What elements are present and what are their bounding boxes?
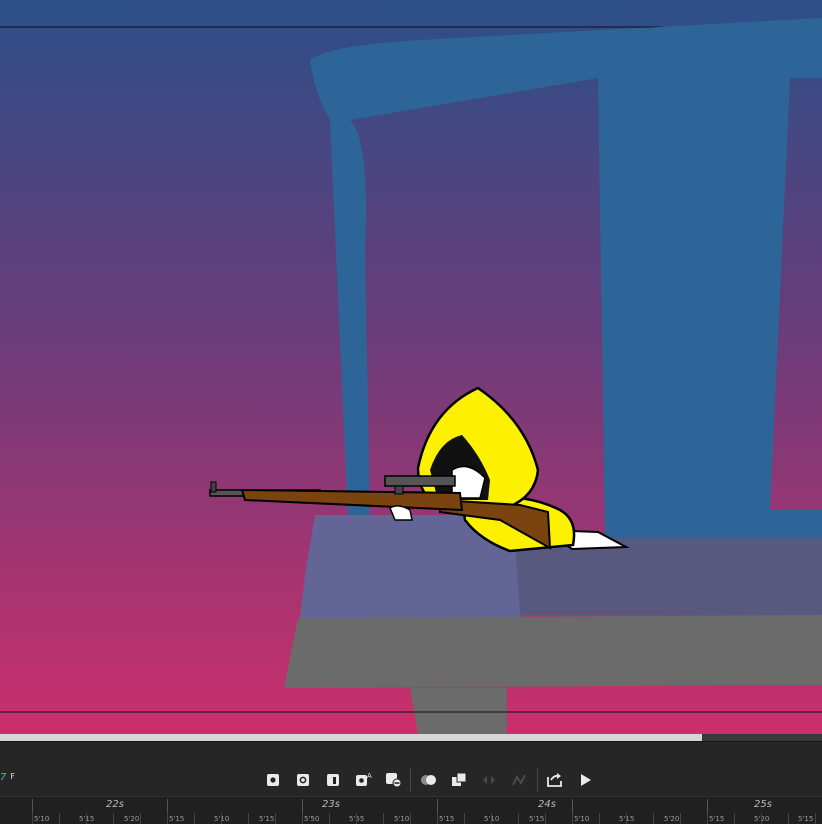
seat-side — [515, 538, 822, 615]
tween-button[interactable] — [479, 770, 499, 790]
convert-icon — [512, 774, 526, 786]
rifle-front-sight — [210, 481, 217, 493]
ruler-minor-tick — [221, 813, 222, 824]
ruler-minor-tick — [761, 813, 762, 824]
ruler-minor-tick — [410, 813, 411, 824]
ruler-minor-tick — [248, 813, 249, 824]
toolbar-separator — [410, 768, 411, 792]
loop-icon — [547, 773, 562, 787]
stage-horizontal-scrollbar[interactable] — [0, 734, 822, 741]
timeline-toolbar: 7F A — [0, 742, 822, 794]
auto-keyframe-icon: A — [356, 772, 372, 786]
ruler-minor-tick — [302, 813, 303, 824]
ruler-minor-tick — [167, 813, 168, 824]
ruler-second-label: 24s — [538, 799, 556, 810]
keyframe-icon — [267, 774, 279, 786]
remove-frame-icon — [386, 773, 402, 788]
onion-skin-button[interactable] — [419, 770, 439, 790]
ruler-minor-tick — [32, 813, 33, 824]
ruler-minor-tick — [59, 813, 60, 824]
tween-icon — [483, 776, 495, 784]
insert-frame-button[interactable] — [323, 770, 343, 790]
ruler-minor-tick — [275, 813, 276, 824]
animation-editor: 7F A 22s 23s 24s 25s 5'10 5'20 5'15 5'15… — [0, 0, 822, 824]
edit-multiple-frames-button[interactable] — [449, 770, 469, 790]
rifle-scope — [384, 475, 456, 487]
insert-keyframe-button[interactable] — [263, 770, 283, 790]
ruler-minor-tick — [140, 813, 141, 824]
timeline-ruler[interactable]: 22s 23s 24s 25s 5'10 5'15 5'20 5'15 5'10… — [0, 796, 822, 824]
ruler-minor-tick — [194, 813, 195, 824]
ruler-minor-tick — [518, 813, 519, 824]
stage-artwork — [0, 0, 822, 734]
ruler-minor-tick — [734, 813, 735, 824]
ruler-second-label: 22s — [106, 799, 124, 810]
ruler-minor-tick — [653, 813, 654, 824]
ruler-minor-tick — [545, 813, 546, 824]
ruler-minor-tick — [788, 813, 789, 824]
table-top — [284, 615, 822, 688]
ruler-minor-tick — [464, 813, 465, 824]
ruler-minor-tick — [815, 813, 816, 824]
scope-mount — [394, 485, 404, 495]
onion-skin-icon — [421, 775, 436, 785]
ruler-minor-tick — [599, 813, 600, 824]
ruler-second-label: 25s — [754, 799, 772, 810]
table-leg — [410, 688, 507, 734]
stage-canvas[interactable] — [0, 0, 822, 734]
ruler-minor-tick — [383, 813, 384, 824]
ruler-minor-tick — [356, 813, 357, 824]
current-frame-value: 7 — [0, 772, 7, 783]
scrollbar-thumb[interactable] — [0, 734, 702, 741]
ruler-second-label: 23s — [322, 799, 340, 810]
ruler-minor-tick — [113, 813, 114, 824]
play-icon — [581, 774, 591, 786]
convert-button[interactable] — [509, 770, 529, 790]
toolbar-separator — [537, 768, 538, 792]
ruler-minor-tick — [707, 813, 708, 824]
ruler-minor-tick — [491, 813, 492, 824]
insert-blank-keyframe-button[interactable] — [293, 770, 313, 790]
loop-button[interactable] — [545, 770, 565, 790]
auto-keyframe-button[interactable]: A — [354, 770, 374, 790]
current-frame-indicator[interactable]: 7F — [0, 772, 15, 783]
frame-icon — [327, 774, 339, 786]
frame-unit-label: F — [10, 772, 15, 781]
remove-frame-button[interactable] — [384, 770, 404, 790]
timeline-panel: 7F A 22s 23s 24s 25s 5'10 5'20 5'15 5'15… — [0, 741, 822, 824]
ruler-minor-tick — [329, 813, 330, 824]
blank-keyframe-icon — [297, 774, 309, 786]
ruler-minor-tick — [572, 813, 573, 824]
ruler-minor-tick — [626, 813, 627, 824]
svg-text:A: A — [367, 772, 372, 780]
ruler-minor-tick — [86, 813, 87, 824]
edit-multiple-frames-icon — [452, 772, 467, 786]
play-button[interactable] — [575, 770, 595, 790]
ruler-minor-tick — [437, 813, 438, 824]
ruler-minor-tick — [680, 813, 681, 824]
